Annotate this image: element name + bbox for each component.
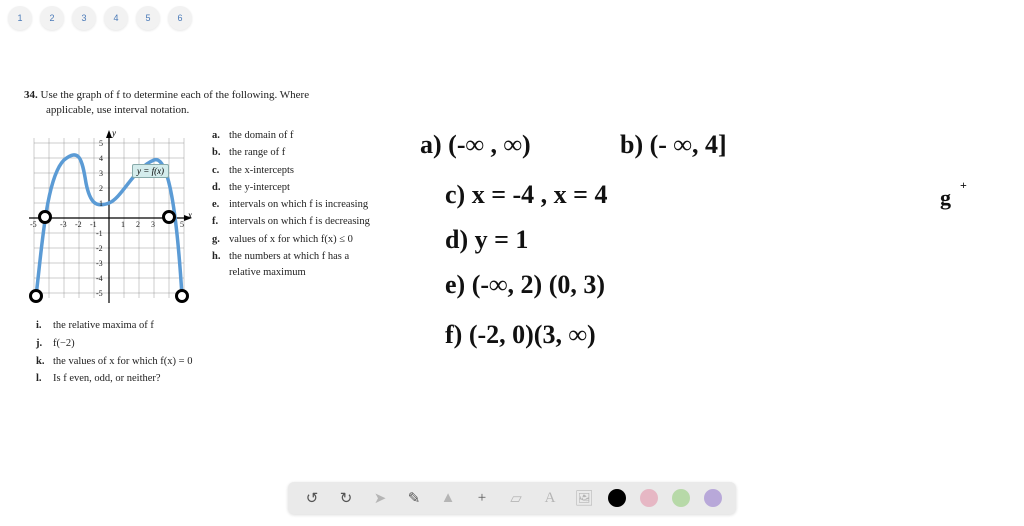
tick-y-5: 5 <box>99 139 103 148</box>
question-number: 34. <box>24 89 38 101</box>
lower-items: i. the relative maxima of f j. f(−2) k. the… <box>36 318 192 389</box>
pointer-tool[interactable]: ➤ <box>370 488 390 508</box>
page-tab-5[interactable]: 5 <box>136 6 160 30</box>
hand-f: f) (-2, 0)(3, ∞) <box>445 320 596 350</box>
tick-y-n1: -1 <box>96 229 103 238</box>
undo-button[interactable]: ↺ <box>302 488 322 508</box>
sub-g: values of x for which f(x) ≤ 0 <box>229 232 353 248</box>
tick-y-3: 3 <box>99 169 103 178</box>
page-tab-2[interactable]: 2 <box>40 6 64 30</box>
sub-e: intervals on which f is increasing <box>229 197 368 213</box>
sub-b-letter: b. <box>212 145 224 161</box>
tick-y-n4: -4 <box>96 274 103 283</box>
page-tabs: 1 2 3 4 5 6 <box>8 6 192 30</box>
hand-g-plus: + <box>960 178 967 193</box>
toolbar: ↺ ↻ ➤ ✎ ▲ + ▱ A 🖼 <box>288 482 736 514</box>
color-purple[interactable] <box>704 489 722 507</box>
marker-bottom-left <box>29 289 43 303</box>
tick-x-n2: -2 <box>75 220 82 229</box>
sub-h: the numbers at which f has a relative ma… <box>229 249 382 282</box>
tick-y-n2: -2 <box>96 244 103 253</box>
tick-y-n3: -3 <box>96 259 103 268</box>
text-tool[interactable]: A <box>540 488 560 508</box>
page-tab-6[interactable]: 6 <box>168 6 192 30</box>
sub-b: the range of f <box>229 145 285 161</box>
marker-right-x <box>162 210 176 224</box>
lower-l: Is f even, odd, or neither? <box>53 371 161 388</box>
marker-left-x <box>38 210 52 224</box>
plus-tool[interactable]: + <box>472 488 492 508</box>
graph-x-label: x <box>188 210 192 220</box>
sub-d-letter: d. <box>212 180 224 196</box>
color-pink[interactable] <box>640 489 658 507</box>
sub-d: the y-intercept <box>229 180 290 196</box>
sub-h-letter: h. <box>212 249 224 282</box>
tick-x-3: 3 <box>151 220 155 229</box>
lower-l-letter: l. <box>36 371 48 388</box>
color-green[interactable] <box>672 489 690 507</box>
pen-tool[interactable]: ✎ <box>404 488 424 508</box>
sub-a: the domain of f <box>229 128 293 144</box>
tick-x-n3: -3 <box>60 220 67 229</box>
sub-e-letter: e. <box>212 197 224 213</box>
hand-e: e) (-∞, 2) (0, 3) <box>445 270 605 300</box>
eraser-tool[interactable]: ▱ <box>506 488 526 508</box>
shapes-tool[interactable]: ▲ <box>438 488 458 508</box>
image-tool[interactable]: 🖼 <box>574 488 594 508</box>
tick-x-n1: -1 <box>90 220 97 229</box>
content-row: y x y = f(x) -5 5 -3 -2 -1 1 2 3 5 4 3 2… <box>24 128 382 308</box>
sub-f-letter: f. <box>212 214 224 230</box>
hand-a: a) (-∞ , ∞) <box>420 130 531 160</box>
question-line2: applicable, use interval notation. <box>46 103 384 118</box>
graph-equation: y = f(x) <box>132 164 169 178</box>
lower-k: the values of x for which f(x) = 0 <box>53 354 192 371</box>
tick-x-2: 2 <box>136 220 140 229</box>
question-line1: Use the graph of f to determine each of … <box>41 89 310 101</box>
hand-g: g <box>940 185 951 211</box>
graph-y-label: y <box>112 128 116 138</box>
page-tab-3[interactable]: 3 <box>72 6 96 30</box>
sub-f: intervals on which f is decreasing <box>229 214 370 230</box>
lower-j: f(−2) <box>53 336 75 353</box>
color-black[interactable] <box>608 489 626 507</box>
tick-x-5: 5 <box>180 220 184 229</box>
hand-b: b) (- ∞, 4] <box>620 130 727 160</box>
lower-i: the relative maxima of f <box>53 318 154 335</box>
page-tab-1[interactable]: 1 <box>8 6 32 30</box>
marker-bottom-right <box>175 289 189 303</box>
sub-g-letter: g. <box>212 232 224 248</box>
hand-d: d) y = 1 <box>445 225 528 255</box>
lower-i-letter: i. <box>36 318 48 335</box>
question-block: 34. Use the graph of f to determine each… <box>24 88 384 118</box>
sub-items: a. the domain of f b. the range of f c. the… <box>212 128 382 308</box>
hand-c: c) x = -4 , x = 4 <box>445 180 608 210</box>
sub-a-letter: a. <box>212 128 224 144</box>
tick-x-neg5: -5 <box>30 220 37 229</box>
lower-j-letter: j. <box>36 336 48 353</box>
tick-y-4: 4 <box>99 154 103 163</box>
tick-x-1: 1 <box>121 220 125 229</box>
page-tab-4[interactable]: 4 <box>104 6 128 30</box>
graph: y x y = f(x) -5 5 -3 -2 -1 1 2 3 5 4 3 2… <box>24 128 194 308</box>
lower-k-letter: k. <box>36 354 48 371</box>
redo-button[interactable]: ↻ <box>336 488 356 508</box>
tick-y-n5: -5 <box>96 289 103 298</box>
tick-y-1: 1 <box>99 199 103 208</box>
tick-y-2: 2 <box>99 184 103 193</box>
sub-c: the x-intercepts <box>229 163 294 179</box>
sub-c-letter: c. <box>212 163 224 179</box>
